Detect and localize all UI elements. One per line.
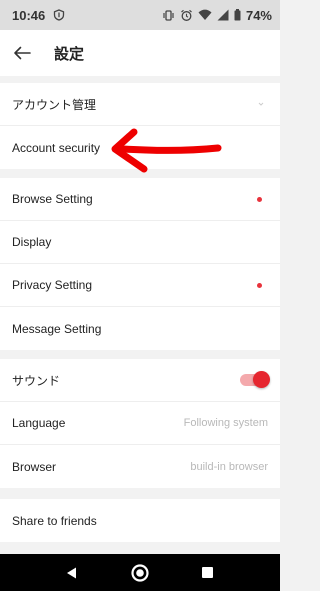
status-bar: 10:46 74% [0,0,280,30]
system-nav-bar [0,554,280,591]
share-label: Share to friends [12,513,97,528]
signal-icon [217,9,229,21]
alarm-icon [181,9,192,21]
back-button[interactable] [10,41,34,65]
account-management-label: アカウント管理 [12,97,97,112]
nav-back-button[interactable] [61,562,83,584]
display-label: Display [12,235,52,249]
language-item[interactable]: Language Following system [0,402,280,445]
back-arrow-icon [14,46,31,60]
message-setting-item[interactable]: Message Setting [0,307,280,350]
display-item[interactable]: Display [0,221,280,264]
account-security-item[interactable]: Account security [0,126,280,169]
battery-percent: 74% [245,7,272,23]
battery-icon [234,9,241,21]
account-management-item[interactable]: アカウント管理 [0,83,280,126]
privacy-setting-label: Privacy Setting [12,278,93,292]
language-label: Language [12,416,66,430]
account-section: アカウント管理 Account security [0,83,280,169]
page-title: 設定 [54,45,85,63]
recents-square-icon [201,567,213,578]
toggle-knob [253,371,270,388]
notification-dot [257,196,262,202]
preferences-section: サウンド Language Following system Browser b… [0,359,280,488]
browser-value: build-in browser [190,460,268,473]
chevron-down-icon [258,102,264,106]
nav-home-button[interactable] [129,562,151,584]
vibrate-icon [163,9,174,21]
status-time: 10:46 [12,7,46,23]
settings-section: Browse Setting Display Privacy Setting M… [0,178,280,350]
browser-item[interactable]: Browser build-in browser [0,445,280,488]
nav-recents-button[interactable] [196,562,218,584]
wifi-icon [198,9,212,20]
browser-label: Browser [12,459,57,474]
sound-item: サウンド [0,359,280,402]
account-security-label: Account security [12,140,101,155]
back-triangle-icon [67,567,76,578]
language-value: Following system [183,417,268,429]
status-icons: 74% [162,8,272,23]
share-section: Share to friends [0,499,280,542]
app-header: 設定 [0,30,280,76]
sound-toggle[interactable] [240,371,270,388]
browse-setting-item[interactable]: Browse Setting [0,178,280,221]
sound-label: サウンド [12,373,61,388]
browse-setting-label: Browse Setting [12,192,93,206]
shield-icon [54,9,65,21]
privacy-setting-item[interactable]: Privacy Setting [0,264,280,307]
home-circle-icon [131,563,149,582]
notification-dot [257,282,262,288]
message-setting-label: Message Setting [12,321,102,336]
share-item[interactable]: Share to friends [0,499,280,542]
